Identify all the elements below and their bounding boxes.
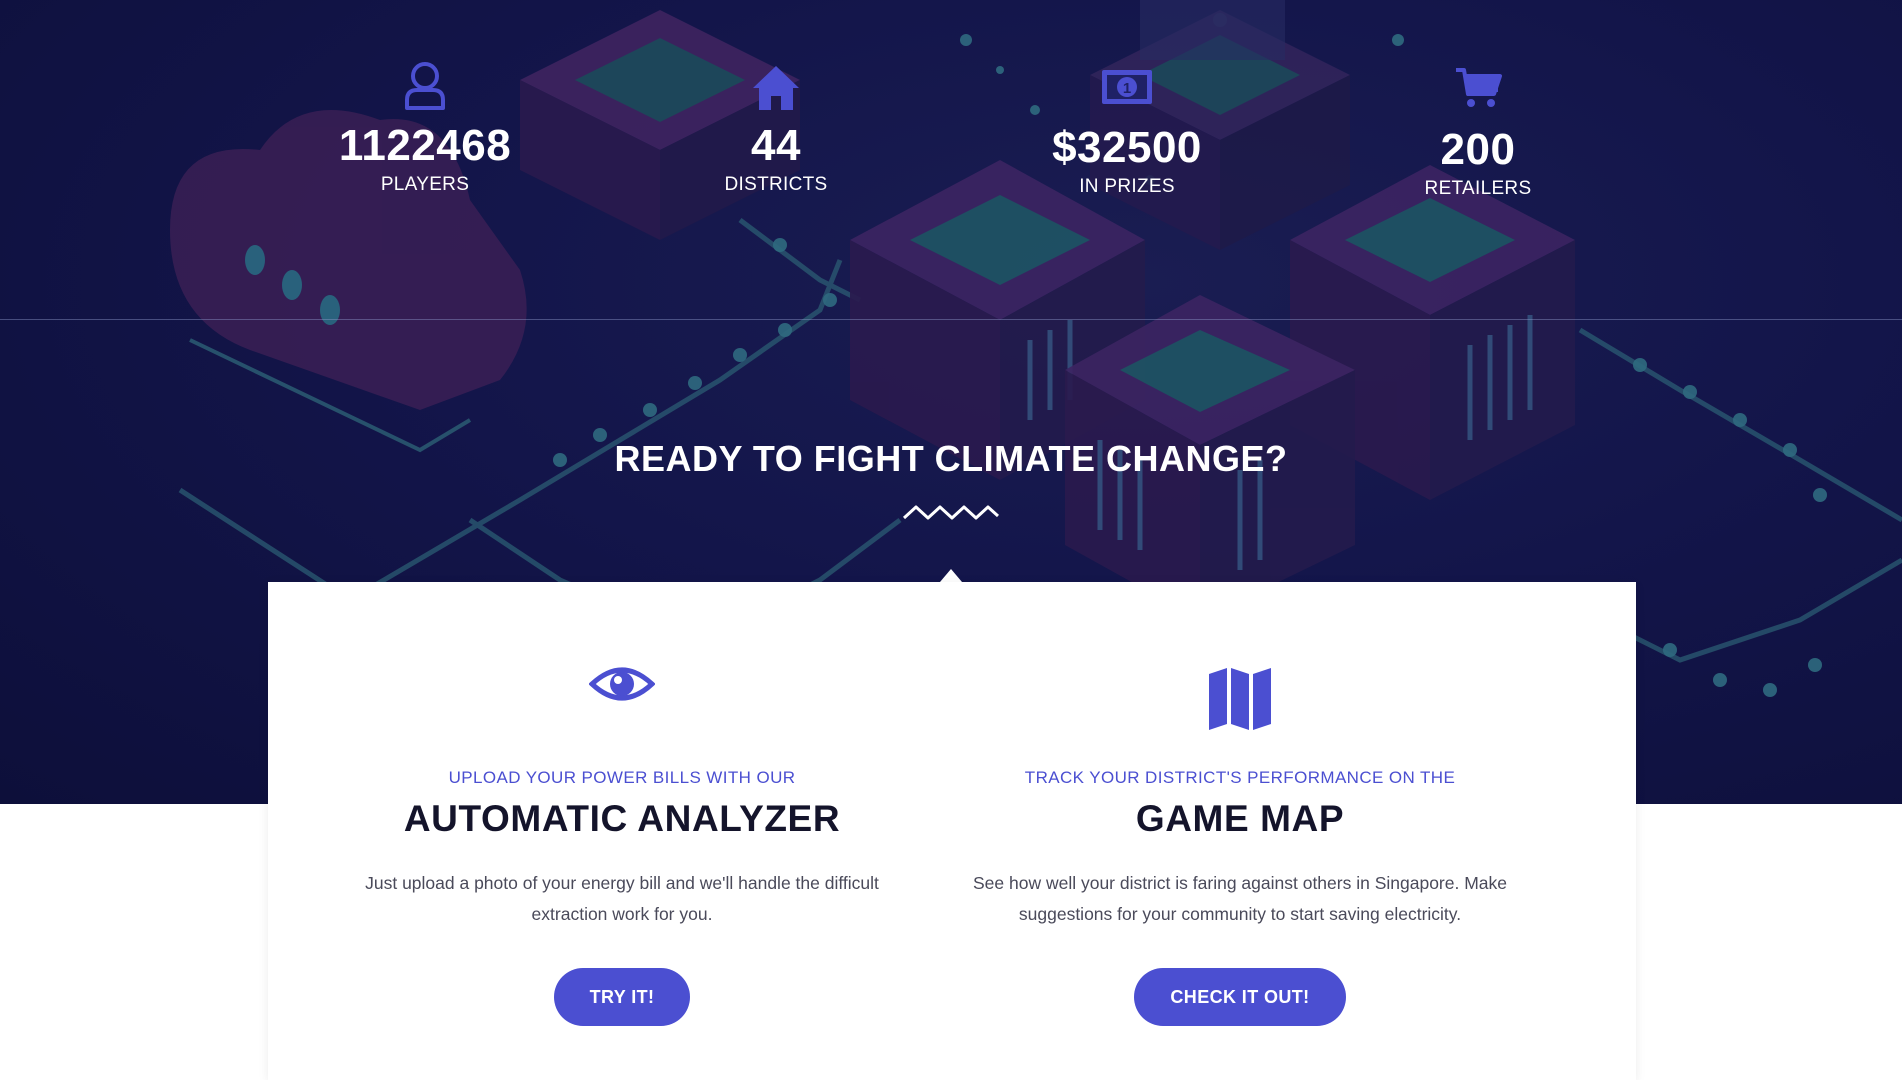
shopping-cart-icon [1456, 68, 1502, 107]
cta-title: READY TO FIGHT CLIMATE CHANGE? [614, 438, 1288, 479]
stat-value: 200 [1440, 125, 1516, 174]
card-notch [940, 569, 962, 582]
zigzag-divider-icon [902, 505, 1000, 520]
feature-description: See how well your district is faring aga… [972, 873, 1507, 924]
section-divider [0, 319, 1902, 320]
stat-players: 1122468 PLAYERS [305, 60, 545, 196]
home-icon [753, 66, 799, 110]
feature-description: Just upload a photo of your energy bill … [365, 873, 879, 924]
stat-prizes: 1 $32500 IN PRIZES [1007, 68, 1247, 198]
check-it-out-button[interactable]: CHECK IT OUT! [1134, 968, 1346, 1026]
stat-label: RETAILERS [1424, 178, 1532, 199]
feature-eyebrow: UPLOAD YOUR POWER BILLS WITH OUR [448, 768, 796, 787]
features-card: UPLOAD YOUR POWER BILLS WITH OUR AUTOMAT… [268, 582, 1636, 1080]
stat-value: 1122468 [338, 121, 512, 170]
stat-label: DISTRICTS [724, 174, 828, 195]
stat-districts: 44 DISTRICTS [656, 64, 896, 196]
stat-retailers: 200 RETAILERS [1358, 66, 1598, 200]
svg-text:1: 1 [1123, 80, 1131, 97]
stat-value: 44 [751, 121, 801, 170]
user-icon [405, 62, 445, 110]
money-bill-icon: 1 [1102, 70, 1152, 104]
map-icon [1209, 668, 1271, 730]
stat-label: IN PRIZES [1079, 176, 1175, 197]
try-it-button[interactable]: TRY IT! [554, 968, 690, 1026]
feature-heading: GAME MAP [1135, 798, 1345, 839]
feature-eyebrow: TRACK YOUR DISTRICT'S PERFORMANCE ON THE [1024, 768, 1456, 787]
feature-heading: AUTOMATIC ANALYZER [403, 798, 841, 839]
stat-label: PLAYERS [380, 174, 470, 195]
stat-value: $32500 [1052, 123, 1202, 172]
eye-icon [589, 667, 655, 701]
